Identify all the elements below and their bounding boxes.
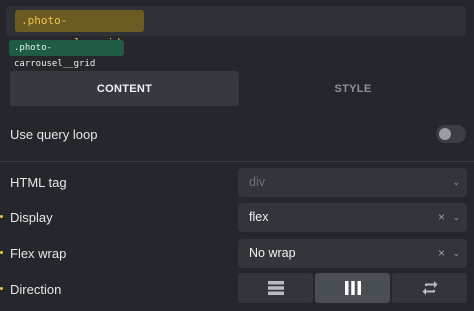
clear-icon[interactable]: ×	[438, 203, 445, 232]
direction-set-indicator	[0, 287, 3, 290]
columns-icon	[344, 281, 361, 295]
tab-style[interactable]: STYLE	[239, 71, 467, 106]
use-query-loop-label: Use query loop	[10, 127, 98, 142]
direction-label: Direction	[10, 282, 62, 297]
toggle-knob	[439, 128, 451, 140]
flex-wrap-select[interactable]: No wrap × ⌄	[238, 239, 467, 268]
class-chip[interactable]: .photo-carrousel__grid	[15, 10, 144, 49]
clear-icon[interactable]: ×	[438, 239, 445, 268]
html-tag-placeholder: div	[249, 175, 265, 189]
flex-wrap-label: Flex wrap	[10, 246, 67, 261]
tab-content[interactable]: CONTENT	[10, 71, 239, 106]
direction-reverse-button[interactable]	[392, 273, 467, 303]
flex-wrap-value: No wrap	[249, 246, 296, 260]
direction-row-button[interactable]	[238, 273, 313, 303]
query-loop-toggle[interactable]	[436, 125, 466, 143]
css-class-input[interactable]: .photo-carrousel__grid	[6, 6, 466, 49]
display-set-indicator	[0, 215, 3, 218]
chevron-down-icon: ⌄	[452, 177, 460, 187]
active-class-tag[interactable]: .photo-carrousel__grid	[9, 40, 124, 69]
rows-icon	[267, 281, 284, 295]
chevron-down-icon: ⌄	[452, 248, 460, 258]
html-tag-label: HTML tag	[10, 175, 67, 190]
section-divider	[0, 161, 474, 162]
chevron-down-icon: ⌄	[452, 212, 460, 222]
html-tag-select[interactable]: div ⌄	[238, 168, 467, 197]
direction-column-button[interactable]	[315, 273, 390, 303]
reverse-icon	[422, 281, 437, 295]
display-value: flex	[249, 210, 269, 224]
display-select[interactable]: flex × ⌄	[238, 203, 467, 232]
flex-wrap-set-indicator	[0, 251, 3, 254]
display-label: Display	[10, 210, 53, 225]
